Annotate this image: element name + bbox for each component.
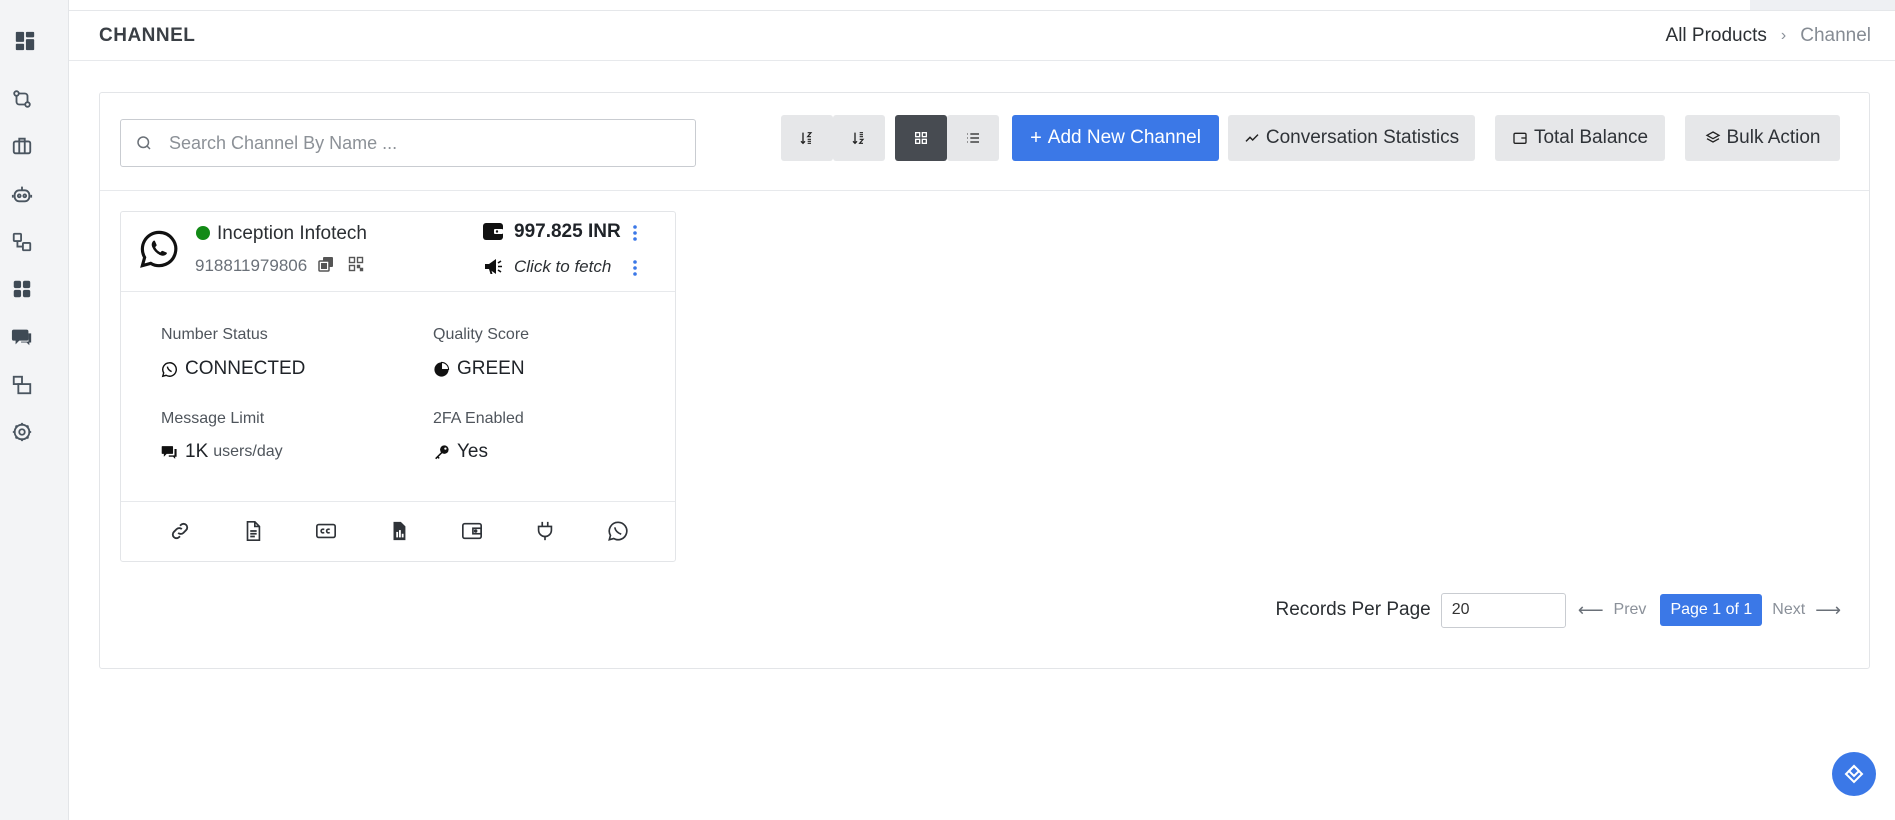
whatsapp-icon[interactable] (607, 520, 629, 542)
arrow-left-icon: ⟵ (1577, 599, 1604, 620)
dashboard-icon[interactable] (13, 29, 37, 53)
plus-icon: + (1030, 126, 1042, 149)
sort-ascending-icon (800, 132, 813, 145)
link-icon[interactable] (169, 520, 191, 542)
template-icon[interactable] (10, 373, 34, 397)
whatsapp-logo-icon (140, 230, 178, 268)
message-limit-value: 1K users/day (161, 441, 283, 463)
message-limit-unit: users/day (213, 443, 283, 460)
add-new-channel-button[interactable]: + Add New Channel (1012, 115, 1219, 161)
wallet-icon (483, 223, 503, 240)
whatsapp-icon (161, 361, 177, 377)
cc-card-icon[interactable] (315, 520, 337, 542)
message-limit-text: 1K (185, 441, 209, 462)
total-balance-label: Total Balance (1533, 127, 1649, 148)
copy-icon[interactable] (318, 256, 334, 272)
next-button[interactable]: Next ⟶ (1772, 600, 1841, 621)
list-view-icon (967, 133, 979, 143)
more-options-icon[interactable] (631, 259, 639, 277)
breadcrumb-separator: › (1780, 27, 1787, 44)
plug-icon[interactable] (534, 520, 556, 542)
page-indicator: Page 1 of 1 (1660, 594, 1763, 626)
pie-icon (434, 361, 450, 377)
channel-card-actions (121, 501, 675, 561)
briefcase-icon[interactable] (10, 134, 34, 158)
quality-score-label: Quality Score (433, 326, 530, 343)
channel-name: Inception Infotech (217, 223, 367, 244)
add-new-channel-label: Add New Channel (1047, 127, 1201, 148)
conversation-statistics-button[interactable]: Conversation Statistics (1228, 115, 1475, 161)
toolbar: + Add New Channel Conversation Statistic… (100, 93, 1869, 191)
search-icon (137, 136, 151, 150)
message-limit-label: Message Limit (161, 410, 265, 427)
twofa-value: Yes (433, 441, 488, 463)
key-icon (435, 444, 449, 459)
chat-icon (161, 445, 177, 459)
document-icon[interactable] (242, 520, 264, 542)
arrow-right-icon: ⟶ (1815, 599, 1841, 620)
conversation-statistics-label: Conversation Statistics (1265, 127, 1460, 148)
quality-score-text: GREEN (457, 358, 525, 379)
page-header: CHANNEL All Products › Channel (69, 11, 1895, 61)
layers-icon (1705, 131, 1720, 143)
bulk-action-label: Bulk Action (1726, 127, 1821, 148)
floating-support-button[interactable] (1832, 752, 1876, 796)
more-options-icon[interactable] (631, 224, 639, 242)
number-status-text: CONNECTED (185, 358, 306, 379)
number-status-value: CONNECTED (161, 358, 305, 380)
channel-card-header: Inception Infotech 918811979806 997.825 … (121, 212, 675, 292)
channel-balance: 997.825 INR (514, 221, 621, 242)
settings-icon[interactable] (10, 420, 34, 444)
wallet-icon (1513, 132, 1527, 144)
records-per-page-label: Records Per Page (1275, 599, 1431, 620)
top-strip (69, 0, 1895, 11)
list-view-button[interactable] (947, 115, 999, 161)
grid-view-icon (915, 132, 927, 144)
search-box (120, 119, 696, 167)
sort-descending-icon (852, 132, 865, 145)
breadcrumb: All Products › Channel (1666, 25, 1871, 47)
trend-icon (1245, 134, 1259, 142)
bulk-action-button[interactable]: Bulk Action (1685, 115, 1840, 161)
channel-phone: 918811979806 (195, 256, 308, 275)
report-icon[interactable] (388, 520, 410, 542)
prev-label: Prev (1613, 601, 1647, 618)
apps-icon[interactable] (10, 277, 34, 301)
chat-icon[interactable] (10, 325, 34, 349)
twofa-text: Yes (457, 441, 488, 462)
sort-ascending-button[interactable] (781, 115, 833, 161)
prev-button[interactable]: ⟵ Prev (1578, 600, 1647, 621)
main-content: CHANNEL All Products › Channel Search Ch… (69, 0, 1895, 820)
search-input[interactable] (169, 132, 669, 154)
breadcrumb-channel: Channel (1800, 25, 1871, 46)
channel-panel: + Add New Channel Conversation Statistic… (99, 92, 1870, 669)
next-label: Next (1772, 601, 1806, 618)
quality-score-value: GREEN (433, 358, 525, 380)
twofa-label: 2FA Enabled (433, 410, 524, 427)
channel-card: Inception Infotech 918811979806 997.825 … (120, 211, 676, 562)
top-tab-stub (1750, 0, 1895, 10)
breadcrumb-all-products[interactable]: All Products (1666, 25, 1767, 47)
wallet-icon[interactable] (461, 520, 483, 542)
total-balance-button[interactable]: Total Balance (1495, 115, 1665, 161)
records-per-page-input[interactable] (1440, 592, 1566, 628)
git-compare-icon[interactable] (10, 87, 34, 111)
megaphone-icon (485, 259, 502, 274)
fetch-link[interactable]: Click to fetch (514, 257, 611, 277)
grid-view-button[interactable] (895, 115, 947, 161)
page-title: CHANNEL (99, 25, 196, 46)
qr-code-icon[interactable] (348, 256, 364, 272)
sidebar (0, 0, 69, 820)
status-dot (196, 226, 210, 240)
number-status-label: Number Status (161, 326, 268, 343)
bot-icon[interactable] (10, 182, 34, 206)
workflow-icon[interactable] (10, 230, 34, 254)
pagination: Records Per Page ⟵ Prev Page 1 of 1 Next… (1275, 592, 1841, 628)
sort-descending-button[interactable] (833, 115, 885, 161)
lifebuoy-icon (1844, 764, 1864, 784)
